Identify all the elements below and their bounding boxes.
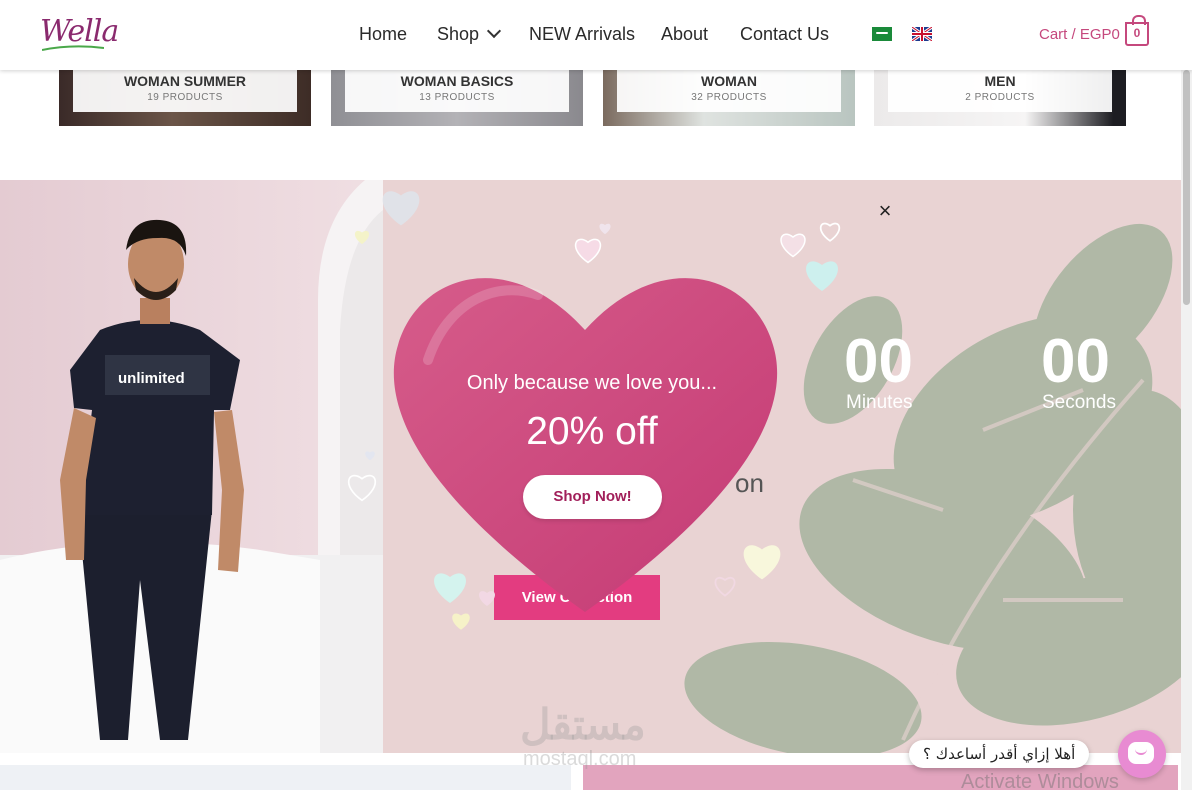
chat-greeting-bubble[interactable]: أهلا إزاي أقدر أساعدك ؟ [909, 740, 1090, 768]
men-promo-image: unlimited [0, 180, 383, 753]
site-header: Wella Home Shop NEW Arrivals About Conta… [0, 0, 1192, 70]
nav-shop[interactable]: Shop [437, 23, 502, 45]
heart-deco-icon [348, 474, 376, 502]
heart-deco-icon [599, 223, 611, 235]
popup-discount: 20% off [526, 410, 658, 453]
heart-deco-icon [382, 191, 420, 226]
nav-about[interactable]: About [661, 24, 708, 45]
logo-swoosh-icon [42, 45, 104, 51]
category-name: MEN [984, 73, 1016, 89]
nav-contact[interactable]: Contact Us [740, 24, 829, 45]
category-count: 32 PRODUCTS [691, 92, 767, 103]
category-men[interactable]: MEN 2 PRODUCTS [874, 70, 1126, 126]
heart-deco-icon [354, 230, 370, 245]
category-count: 13 PRODUCTS [419, 92, 495, 103]
chat-icon[interactable] [1118, 730, 1166, 778]
category-woman-basics[interactable]: WOMAN BASICS 13 PRODUCTS [331, 70, 583, 126]
flag-arabic-icon[interactable] [872, 27, 892, 41]
countdown-seconds-label: Seconds [1042, 392, 1116, 413]
man-model-illustration: unlimited [0, 180, 383, 753]
watermark-arabic: مستقل [520, 701, 646, 748]
nav-shop-label: Shop [437, 24, 480, 44]
flag-english-icon[interactable] [912, 27, 932, 41]
category-label-box: WOMAN SUMMER 19 PRODUCTS [73, 70, 297, 112]
shop-now-button[interactable]: Shop Now! [523, 475, 662, 519]
countdown-seconds-value: 00 [1041, 327, 1110, 396]
cart-link[interactable]: Cart / EGP0 [1039, 26, 1120, 43]
category-count: 2 PRODUCTS [965, 92, 1035, 103]
logo[interactable]: Wella [40, 14, 120, 56]
chevron-down-icon [486, 23, 502, 39]
next-section-left [0, 765, 571, 790]
tshirt-print-text: unlimited [118, 370, 185, 387]
countdown-minutes-label: Minutes [846, 392, 913, 413]
scrollbar-thumb[interactable] [1183, 70, 1190, 305]
category-name: WOMAN [701, 73, 757, 89]
watermark-latin: mostaql.com [523, 748, 637, 770]
nav-home[interactable]: Home [359, 24, 407, 45]
heart-deco-icon [806, 261, 838, 291]
category-label-box: WOMAN BASICS 13 PRODUCTS [345, 70, 569, 112]
page-scrollbar[interactable] [1181, 0, 1192, 790]
countdown-minutes-value: 00 [844, 327, 913, 396]
popup-tagline: Only because we love you... [466, 372, 718, 394]
category-count: 19 PRODUCTS [147, 92, 223, 103]
category-name: WOMAN SUMMER [123, 73, 247, 89]
heart-deco-icon [819, 222, 841, 242]
category-woman-summer[interactable]: WOMAN SUMMER 19 PRODUCTS [59, 70, 311, 126]
category-woman[interactable]: WOMAN 32 PRODUCTS [603, 70, 855, 126]
category-label-box: MEN 2 PRODUCTS [888, 70, 1112, 112]
category-name: WOMAN BASICS [400, 73, 514, 89]
cart-bag-icon[interactable]: 0 [1125, 15, 1149, 46]
nav-new-arrivals[interactable]: NEW Arrivals [529, 24, 635, 45]
activate-windows-notice: Activate Windows [961, 771, 1119, 793]
heart-deco-icon [365, 451, 375, 461]
category-label-box: WOMAN 32 PRODUCTS [617, 70, 841, 112]
cart-count: 0 [1133, 26, 1141, 40]
close-popup-button[interactable]: × [874, 200, 896, 222]
